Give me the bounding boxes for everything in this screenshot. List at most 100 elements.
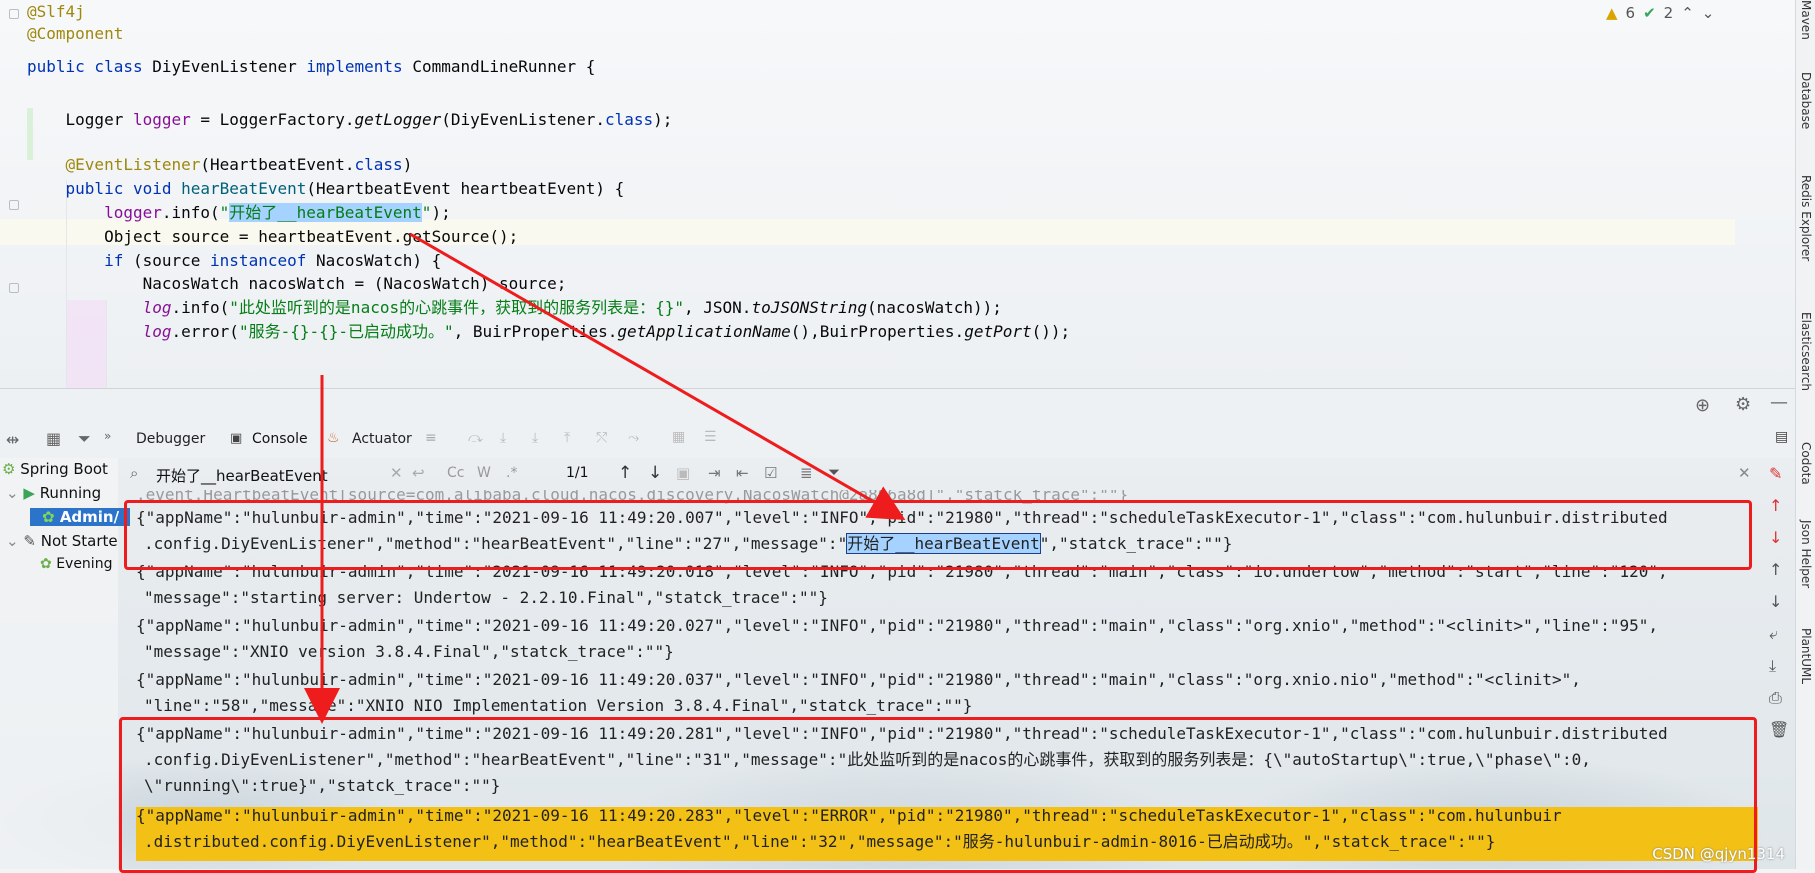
chevron-down-icon[interactable]: ⌄ (1702, 4, 1715, 22)
code-line[interactable]: @EventListener(HeartbeatEvent.class) (27, 152, 413, 178)
step-over-icon[interactable]: ⤼ (468, 430, 483, 446)
console-side-toolbar: ✎ ↑ ↓ ↑ ↓ ⤶ ⤓ ⎙ 🗑 (1762, 458, 1794, 869)
console-line: "message":"starting server: Undertow - 2… (144, 588, 828, 607)
chevron-up-icon[interactable]: ⌃ (1681, 4, 1694, 22)
code-line[interactable]: log.info("此处监听到的是nacos的心跳事件，获取到的服务列表是：{}… (27, 295, 1002, 321)
scroll-up-icon[interactable]: ↑ (1769, 560, 1782, 579)
check-icon: ✔ (1643, 4, 1656, 22)
filter-icon[interactable]: ⏷ (78, 429, 91, 449)
tree-admin-app[interactable]: ✿ Admin/ (30, 508, 130, 526)
code-token: (),BuirProperties. (790, 322, 965, 341)
align-icon[interactable]: ≣ (800, 464, 813, 482)
more-icon[interactable]: » (104, 429, 111, 443)
regex-toggle[interactable]: .* (506, 465, 517, 481)
code-token: .info( (161, 203, 220, 222)
code-token: 开始了__hearBeatEvent (229, 203, 422, 222)
tool-codota[interactable]: Codota (1799, 442, 1813, 485)
code-token: @Slf4j (27, 2, 85, 21)
scroll-down-icon[interactable]: ↓ (1769, 592, 1782, 611)
globe-icon[interactable]: ⊕ (1695, 395, 1710, 416)
scroll-end-icon[interactable]: ⤓ (1769, 656, 1776, 676)
tool-window-header: ⊕ ⚙ — (0, 388, 1795, 423)
grid-icon[interactable]: ▦ (46, 429, 61, 448)
warning-count: 6 (1625, 4, 1636, 22)
trash-icon[interactable]: 🗑 (1769, 720, 1789, 739)
tool-json-helper[interactable]: Json Helper (1799, 520, 1813, 588)
code-token: getPort (964, 322, 1032, 341)
code-token: public class (27, 57, 153, 76)
code-token: getLogger (354, 110, 442, 129)
editor-gutter[interactable] (0, 0, 22, 388)
code-line[interactable]: NacosWatch nacosWatch = (NacosWatch) sou… (27, 271, 567, 297)
search-input[interactable] (132, 462, 488, 488)
select-occurrences-icon[interactable]: ☑ (764, 464, 777, 482)
step-into-icon[interactable]: ⤓ (500, 430, 506, 446)
list-icon[interactable]: ≡ (425, 430, 437, 446)
remove-cursor-icon[interactable]: ⇤ (736, 464, 749, 482)
up-icon[interactable]: ↑ (1769, 496, 1782, 515)
code-token: (HeartbeatEvent. (200, 155, 355, 174)
tab-actuator[interactable]: Actuator (352, 431, 412, 447)
code-line[interactable]: @Component (27, 21, 123, 47)
match-count: 1/1 (566, 465, 589, 481)
console-icon: ▣ (230, 431, 243, 446)
filter-icon[interactable]: ⏷ (828, 463, 840, 481)
whole-word-toggle[interactable]: W (477, 465, 491, 481)
table-icon[interactable]: ▦ (672, 429, 685, 445)
services-tree: ⚙ Spring Boot ⌄ ▶ Running ✿ Admin/ ⌄ ✎ N… (0, 458, 130, 869)
tool-plantuml[interactable]: PlantUML (1799, 628, 1813, 684)
collapse-icon[interactable]: ⇹ (6, 430, 19, 449)
add-cursor-icon[interactable]: ⇥ (708, 464, 721, 482)
fold-icon[interactable] (9, 9, 19, 19)
tree-not-started[interactable]: ⌄ ✎ Not Starte (6, 532, 118, 550)
arrow-up-icon[interactable]: ↑ (618, 463, 632, 483)
tool-database[interactable]: Database (1799, 72, 1813, 129)
code-line[interactable]: logger.info("开始了__hearBeatEvent"); (27, 200, 451, 226)
match-case-toggle[interactable]: Cc (447, 465, 464, 481)
code-line[interactable]: log.error("服务-{}-{}-已启动成功。", BuirPropert… (27, 319, 1071, 345)
select-all-icon[interactable]: ▣ (676, 464, 690, 482)
code-line[interactable]: Object source = heartbeatEvent.getSource… (27, 224, 518, 250)
soft-wrap-icon[interactable]: ⤶ (1769, 624, 1778, 644)
tab-console[interactable]: Console (252, 431, 308, 447)
tool-elasticsearch[interactable]: Elasticsearch (1799, 312, 1813, 391)
force-step-into-icon[interactable]: ⤓ (532, 430, 538, 446)
annotation-box (124, 500, 1752, 570)
arrow-down-icon[interactable]: ↓ (648, 463, 662, 483)
clear-all-icon[interactable]: ✎ (1769, 464, 1782, 483)
threads-icon[interactable]: ☰ (704, 429, 717, 445)
actuator-icon: ♨ (327, 430, 340, 446)
fold-icon[interactable] (9, 200, 19, 210)
tree-evening[interactable]: ✿ Evening (40, 556, 112, 572)
run-to-cursor-icon[interactable]: ⤲ (596, 430, 607, 446)
code-token: (HeartbeatEvent heartbeatEvent) { (306, 179, 625, 198)
code-editor[interactable]: @Slf4j @Component public class DiyEvenList… (0, 0, 1735, 388)
down-icon[interactable]: ↓ (1769, 528, 1782, 547)
annotation-box (119, 717, 1757, 873)
tree-running[interactable]: ⌄ ▶ Running (6, 484, 101, 502)
code-line[interactable]: Logger logger = LoggerFactory.getLogger(… (27, 107, 673, 133)
code-token: class (354, 155, 403, 174)
code-token: if (27, 251, 133, 270)
gear-icon[interactable]: ⚙ (1735, 394, 1751, 415)
tool-maven[interactable]: Maven (1799, 0, 1813, 40)
close-search-icon[interactable]: ✕ (1738, 464, 1751, 482)
close-icon[interactable]: ✕ (390, 464, 403, 482)
minimize-icon[interactable]: — (1770, 392, 1788, 413)
tab-debugger[interactable]: Debugger (136, 431, 205, 447)
print-icon[interactable]: ⎙ (1769, 688, 1782, 708)
code-token: implements (306, 57, 413, 76)
tool-redis-explorer[interactable]: Redis Explorer (1799, 175, 1813, 261)
step-out-icon[interactable]: ⤒ (564, 430, 570, 446)
code-line[interactable]: public void hearBeatEvent(HeartbeatEvent… (27, 176, 625, 202)
code-token: " (421, 203, 432, 222)
inspection-widget[interactable]: ▲ 6 ✔ 2 ⌃ ⌄ (1606, 4, 1714, 22)
layout-icon[interactable]: ▤ (1775, 429, 1788, 445)
code-line[interactable]: public class DiyEvenListener implements … (27, 54, 595, 80)
evaluate-icon[interactable]: ⤳ (628, 430, 639, 446)
code-token: instanceof (210, 251, 316, 270)
tree-spring-boot[interactable]: ⚙ Spring Boot (2, 460, 108, 478)
history-icon[interactable]: ↩ (412, 464, 425, 482)
fold-icon[interactable] (9, 283, 19, 293)
code-token: .error( (171, 322, 239, 341)
